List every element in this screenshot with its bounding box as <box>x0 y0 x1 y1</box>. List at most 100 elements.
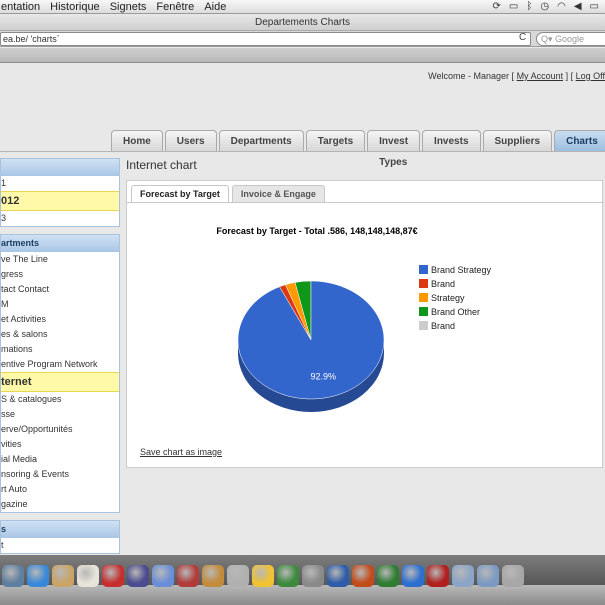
tab-invests[interactable]: Invests <box>422 130 481 151</box>
menu-presentation[interactable]: entation <box>1 1 40 13</box>
sidebar-item-department[interactable]: mations <box>1 342 119 357</box>
menu-fenetre[interactable]: Fenêtre <box>156 1 194 13</box>
tab-home[interactable]: Home <box>111 130 163 151</box>
flash-icon[interactable] <box>427 565 449 587</box>
legend-item: Brand Strategy <box>419 265 492 275</box>
volume-icon[interactable]: ◀ <box>574 1 582 12</box>
sidebar-item-department[interactable]: tact Contact <box>1 282 119 297</box>
iphoto-icon[interactable] <box>202 565 224 587</box>
calendar-icon[interactable] <box>77 565 99 587</box>
legend-item: Strategy <box>419 293 465 303</box>
tab-users[interactable]: Users <box>164 130 217 151</box>
chart-container: Forecast by Target Invoice & Engage Fore… <box>126 180 604 468</box>
folder-icon[interactable] <box>452 565 474 587</box>
legend-label: Brand <box>431 321 455 331</box>
bottom-panel: s t <box>0 520 120 554</box>
sidebar-item-bottom[interactable]: t <box>1 538 119 553</box>
finder-icon[interactable] <box>2 565 24 587</box>
chart-tabs: Forecast by Target Invoice & Engage <box>131 185 325 202</box>
photobooth-icon[interactable] <box>177 565 199 587</box>
downloads-icon[interactable] <box>477 565 499 587</box>
sidebar-item-department[interactable]: ve The Line <box>1 252 119 267</box>
menu-signets[interactable]: Signets <box>110 1 147 13</box>
menu-historique[interactable]: Historique <box>50 1 100 13</box>
dock-icons <box>0 565 524 587</box>
save-chart-link[interactable]: Save chart as image <box>140 447 222 457</box>
bluetooth-icon[interactable]: ᛒ <box>526 1 532 12</box>
sidebar-item-department[interactable]: nsoring & Events <box>1 467 119 482</box>
appstore-icon[interactable] <box>402 565 424 587</box>
sidebar-item-year-selected[interactable]: 012 <box>1 191 119 211</box>
my-account-link[interactable]: My Account <box>517 71 564 81</box>
chart-legend: Brand Strategy Brand Strategy Brand Other Br… <box>419 265 492 331</box>
nav-divider <box>0 151 605 152</box>
timemachine-icon[interactable] <box>277 565 299 587</box>
search-field[interactable]: Q▾ Google <box>536 32 605 46</box>
powerpoint-icon[interactable] <box>352 565 374 587</box>
sidebar-item-year[interactable]: 3 <box>1 211 119 226</box>
tab-departments[interactable]: Departments <box>218 130 304 151</box>
legend-label: Brand Strategy <box>431 265 492 275</box>
sidebar-item-department[interactable]: erve/Opportunités <box>1 422 119 437</box>
sidebar-item-department[interactable]: S & catalogues <box>1 392 119 407</box>
page: Welcome - Manager [ My Account ] [ Log O… <box>0 63 605 555</box>
safari-icon[interactable] <box>27 565 49 587</box>
sync-icon[interactable]: ⟳ <box>493 1 501 12</box>
wifi-icon[interactable]: ◠ <box>557 1 566 12</box>
slice-data-label: 92.9% <box>311 372 337 382</box>
sidebar-item-department[interactable]: vities <box>1 437 119 452</box>
sidebar-item-year[interactable]: 1 <box>1 176 119 191</box>
sidebar-item-department[interactable]: sse <box>1 407 119 422</box>
clock-icon[interactable]: ◷ <box>540 1 549 12</box>
pie-chart: Forecast by Target - Total .586, 148,148… <box>216 226 492 412</box>
legend-swatch <box>419 279 428 288</box>
logout-link[interactable]: Log Off <box>576 71 605 81</box>
years-panel-header <box>1 159 119 176</box>
url-field[interactable]: ea.be/ 'charts` <box>0 32 531 46</box>
page-title: Internet chart <box>126 158 197 172</box>
sidebar-item-department-selected[interactable]: ternet <box>1 372 119 392</box>
tab-charts[interactable]: Charts <box>554 130 605 151</box>
chart-tabs-divider <box>127 202 604 203</box>
word-icon[interactable] <box>327 565 349 587</box>
menu-aide[interactable]: Aide <box>204 1 226 13</box>
tab-invest-types[interactable]: Invest Types <box>367 130 421 168</box>
chart-title: Forecast by Target - Total .586, 148,148… <box>216 226 417 236</box>
display-icon[interactable]: ▭ <box>509 1 518 12</box>
sidebar-item-department[interactable]: ial Media <box>1 452 119 467</box>
sidebar-item-department[interactable]: M <box>1 297 119 312</box>
acrobat-icon[interactable] <box>102 565 124 587</box>
sidebar-item-department[interactable]: et Activities <box>1 312 119 327</box>
window-title: Departements Charts <box>0 14 605 31</box>
sidebar-item-department[interactable]: rt Auto <box>1 482 119 497</box>
legend-swatch <box>419 293 428 302</box>
tab-invoice-engage[interactable]: Invoice & Engage <box>231 185 325 202</box>
imovie-icon[interactable] <box>127 565 149 587</box>
sidebar-item-department[interactable]: es & salons <box>1 327 119 342</box>
adium-icon[interactable] <box>252 565 274 587</box>
itunes-icon[interactable] <box>152 565 174 587</box>
sidebar: 1 012 3 artments ve The Line gress tact … <box>0 158 120 561</box>
bottom-panel-header: s <box>1 521 119 538</box>
legend-item: Brand Other <box>419 307 480 317</box>
battery-icon[interactable]: ▭ <box>590 1 599 12</box>
sidebar-item-department[interactable]: gazine <box>1 497 119 512</box>
trash-icon[interactable] <box>502 565 524 587</box>
sidebar-item-department[interactable]: gress <box>1 267 119 282</box>
tab-suppliers[interactable]: Suppliers <box>482 130 553 151</box>
excel-icon[interactable] <box>377 565 399 587</box>
sidebar-item-department[interactable]: entive Program Network <box>1 357 119 372</box>
tab-targets[interactable]: Targets <box>305 130 366 151</box>
legend-label: Brand Other <box>431 307 480 317</box>
dock <box>0 555 605 605</box>
legend-swatch <box>419 321 428 330</box>
legend-item: Brand <box>419 279 455 289</box>
legend-swatch <box>419 265 428 274</box>
reload-icon[interactable]: C <box>519 32 526 43</box>
legend-item: Brand <box>419 321 455 331</box>
departments-panel: artments ve The Line gress tact Contact … <box>0 234 120 513</box>
systemprefs-icon[interactable] <box>302 565 324 587</box>
preview-icon[interactable] <box>52 565 74 587</box>
tab-forecast-by-target[interactable]: Forecast by Target <box>131 185 229 202</box>
mailbox-icon[interactable] <box>227 565 249 587</box>
